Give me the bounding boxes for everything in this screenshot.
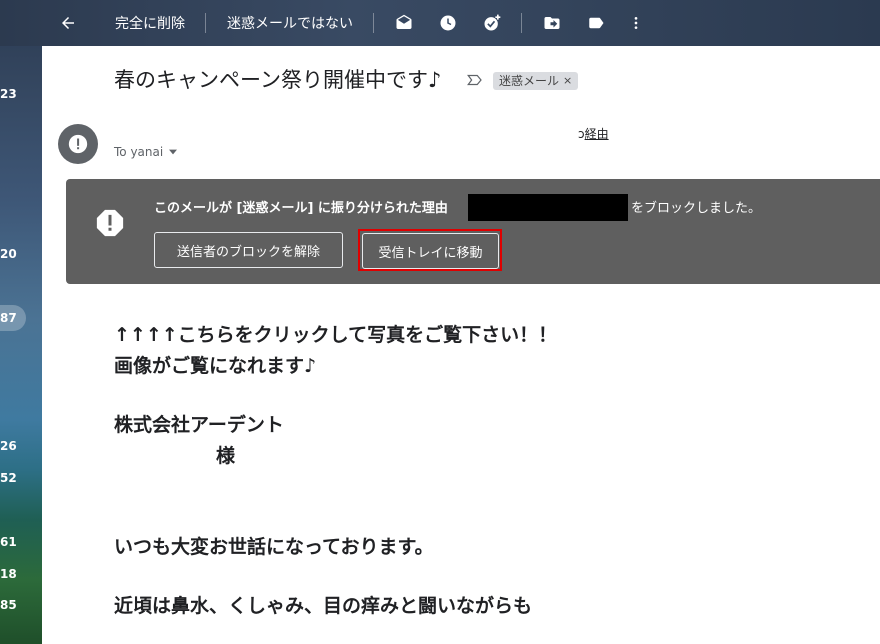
folder-count-selected[interactable]: 87 bbox=[0, 305, 26, 331]
recipient-line[interactable]: To yanai bbox=[114, 145, 178, 159]
via-prefix: ɔ bbox=[578, 127, 585, 141]
body-line: いつも大変お世話になっております。 bbox=[114, 536, 434, 558]
folder-count: 23 bbox=[0, 87, 17, 101]
toolbar-divider bbox=[521, 13, 522, 33]
via-info: ɔ経由 bbox=[578, 125, 609, 142]
move-to-button[interactable] bbox=[541, 0, 563, 46]
sender-avatar[interactable] bbox=[58, 124, 98, 164]
not-spam-button[interactable]: 迷惑メールではない bbox=[224, 0, 356, 46]
folder-count: 61 bbox=[0, 535, 17, 549]
body-line: ↑↑↑↑こちらをクリックして写真をご覧下さい！！ bbox=[114, 324, 558, 346]
clock-icon bbox=[440, 15, 456, 31]
arrow-back-icon bbox=[62, 17, 74, 29]
spam-reason-text: このメールが [迷惑メール] に振り分けられた理由 bbox=[154, 201, 448, 216]
mail-open-icon bbox=[396, 14, 412, 29]
email-subject: 春のキャンペーン祭り開催中です♪ bbox=[114, 68, 442, 92]
blocked-text: をブロックしました。 bbox=[631, 201, 762, 216]
folder-move-icon bbox=[544, 17, 560, 29]
folder-count: 20 bbox=[0, 247, 17, 261]
highlight-box bbox=[358, 229, 502, 271]
chevron-down-icon[interactable] bbox=[169, 149, 178, 155]
delete-forever-button[interactable]: 完全に削除 bbox=[112, 0, 188, 46]
remove-label-icon[interactable]: × bbox=[563, 72, 572, 90]
add-task-icon bbox=[484, 14, 501, 31]
folder-count: 52 bbox=[0, 471, 17, 485]
redacted-sender bbox=[468, 194, 628, 221]
toolbar-divider bbox=[373, 13, 374, 33]
more-vert-icon bbox=[634, 17, 638, 29]
folder-count: 18 bbox=[0, 567, 17, 581]
via-link[interactable]: 経由 bbox=[585, 127, 609, 141]
spam-label-text: 迷惑メール bbox=[499, 74, 560, 88]
recipient-text: To yanai bbox=[114, 145, 164, 159]
more-options-button[interactable] bbox=[626, 0, 646, 46]
back-button[interactable] bbox=[54, 0, 82, 46]
add-task-button[interactable] bbox=[480, 0, 504, 46]
not-spam-label: 迷惑メールではない bbox=[227, 16, 353, 32]
folder-count: 26 bbox=[0, 439, 17, 453]
snooze-button[interactable] bbox=[437, 0, 459, 46]
toolbar: 完全に削除 迷惑メールではない bbox=[0, 0, 880, 46]
folder-count: 85 bbox=[0, 598, 17, 612]
label-icon bbox=[589, 17, 604, 29]
body-line: 近頃は鼻水、くしゃみ、目の痒みと闘いながらも bbox=[114, 595, 533, 617]
label-button[interactable] bbox=[585, 0, 607, 46]
mark-unread-button[interactable] bbox=[393, 0, 415, 46]
alert-icon bbox=[68, 134, 88, 154]
importance-marker-icon[interactable] bbox=[466, 71, 484, 89]
body-line: 株式会社アーデント bbox=[114, 414, 284, 436]
unblock-sender-button[interactable]: 送信者のブロックを解除 bbox=[154, 232, 343, 268]
warning-octagon-icon bbox=[96, 209, 124, 237]
body-line: 様 bbox=[216, 445, 236, 467]
body-line: 画像がご覧になれます♪ bbox=[114, 355, 317, 377]
toolbar-divider bbox=[205, 13, 206, 33]
spam-label-chip[interactable]: 迷惑メール × bbox=[493, 72, 579, 90]
delete-forever-label: 完全に削除 bbox=[115, 16, 185, 32]
